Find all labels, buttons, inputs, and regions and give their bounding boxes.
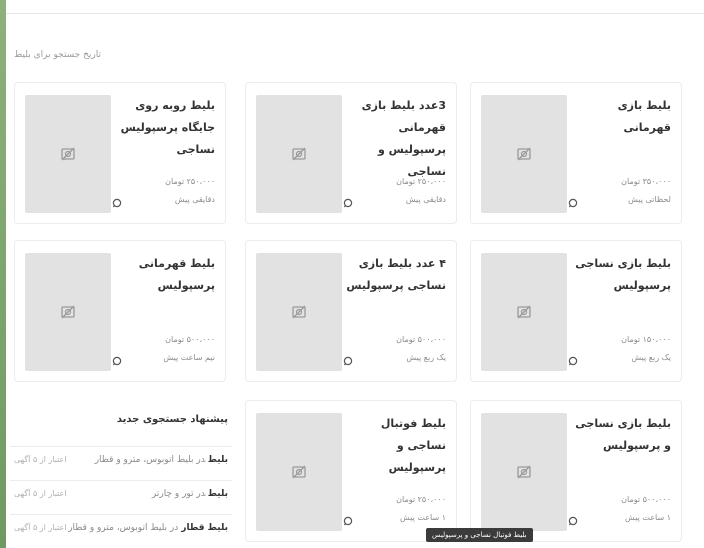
image-placeholder: [25, 253, 111, 371]
ad-title: بلیط بازی نساجی و پرسپولیس: [575, 417, 671, 452]
chat-icon[interactable]: [112, 356, 122, 366]
suggestion-item[interactable]: بلیط قطاردر بلیط اتوبوس، مترو و قطار اعت…: [10, 514, 232, 540]
top-bar: [6, 0, 704, 14]
ad-card[interactable]: 3عدد بلیط بازی قهرمانی پرسپولیس و نساجی …: [245, 82, 457, 224]
suggestion-item[interactable]: بلیطدر بلیط اتوبوس، مترو و قطار اعتبار ا…: [10, 446, 232, 472]
ad-title: ۴ عدد بلیط بازی نساجی پرسپولیس: [346, 257, 446, 292]
ad-title: 3عدد بلیط بازی قهرمانی پرسپولیس و نساجی: [361, 99, 446, 178]
image-placeholder: [481, 253, 567, 371]
suggestion-text: بلیطدر تور و چارتر: [152, 489, 228, 499]
left-accent-strip: [0, 0, 6, 548]
ad-price: ۵۰۰،۰۰۰ تومان: [621, 495, 671, 504]
ad-card[interactable]: بلیط بازی نساجی و پرسپولیس ۵۰۰،۰۰۰ تومان…: [470, 400, 682, 542]
no-image-icon: [61, 305, 75, 319]
chat-icon[interactable]: [568, 356, 578, 366]
ad-price: ۵۰۰،۰۰۰ تومان: [165, 335, 215, 344]
ad-time: نیم ساعت پیش: [163, 353, 215, 362]
no-image-icon: [517, 147, 531, 161]
chat-icon[interactable]: [568, 198, 578, 208]
suggestion-item[interactable]: بلیطدر تور و چارتر اعتبار از ۵ آگهی: [10, 480, 232, 506]
image-placeholder: [481, 413, 567, 531]
tooltip: بلیط فوتبال نساجی و پرسپولیس: [426, 528, 533, 542]
ad-card[interactable]: بلیط روبه روی جایگاه پرسپولیس نساجی ۲۵۰،…: [14, 82, 226, 224]
suggestion-category: در تور و چارتر: [151, 489, 206, 499]
suggestion-term: بلیط: [208, 455, 229, 465]
suggestion-term: بلیط: [208, 489, 229, 499]
ad-price: ۱۵۰،۰۰۰ تومان: [621, 335, 671, 344]
ad-time: دقایقی پیش: [405, 195, 446, 204]
ad-title: بلیط روبه روی جایگاه پرسپولیس نساجی: [120, 99, 215, 156]
suggestion-note: اعتبار از ۵ آگهی: [14, 489, 67, 498]
ad-price: ۲۵۰،۰۰۰ تومان: [165, 177, 215, 186]
ad-card[interactable]: بلیط بازی نساجی پرسپولیس ۱۵۰،۰۰۰ تومان ی…: [470, 240, 682, 382]
chat-icon[interactable]: [112, 198, 122, 208]
suggestions-title: پیشنهاد جستجوی جدید: [116, 414, 228, 425]
ad-price: ۲۵۰،۰۰۰ تومان: [396, 495, 446, 504]
image-placeholder: [256, 95, 342, 213]
no-image-icon: [61, 147, 75, 161]
ad-title: بلیط قهرمانی پرسپولیس: [138, 257, 215, 292]
ad-time: دقایقی پیش: [174, 195, 215, 204]
suggestion-term: بلیط قطار: [181, 523, 228, 533]
history-title: تاریخ جستجو برای بلیط: [14, 50, 102, 60]
suggestion-note: اعتبار از ۵ آگهی: [14, 523, 67, 532]
suggestion-text: بلیطدر بلیط اتوبوس، مترو و قطار: [95, 455, 228, 465]
ad-title: بلیط بازی قهرمانی: [617, 99, 671, 134]
suggestion-text: بلیط قطاردر بلیط اتوبوس، مترو و قطار: [68, 523, 228, 533]
suggestion-category: در بلیط اتوبوس، مترو و قطار: [68, 523, 179, 533]
search-suggestions-panel: پیشنهاد جستجوی جدید بلیطدر بلیط اتوبوس، …: [10, 400, 232, 542]
ad-time: ۱ ساعت پیش: [625, 513, 671, 522]
ad-title: بلیط فوتبال نساجی و پرسپولیس: [380, 417, 446, 474]
ad-card[interactable]: بلیط بازی قهرمانی ۳۵۰،۰۰۰ تومان لحظاتی پ…: [470, 82, 682, 224]
image-placeholder: [481, 95, 567, 213]
chat-icon[interactable]: [343, 356, 353, 366]
image-placeholder: [256, 253, 342, 371]
no-image-icon: [517, 305, 531, 319]
ad-card[interactable]: بلیط قهرمانی پرسپولیس ۵۰۰،۰۰۰ تومان نیم …: [14, 240, 226, 382]
ad-time: یک ربع پیش: [406, 353, 446, 362]
ad-time: یک ربع پیش: [631, 353, 671, 362]
ad-price: ۳۵۰،۰۰۰ تومان: [621, 177, 671, 186]
image-placeholder: [25, 95, 111, 213]
ad-time: لحظاتی پیش: [628, 195, 671, 204]
suggestion-category: در بلیط اتوبوس، مترو و قطار: [94, 455, 206, 465]
ad-card[interactable]: بلیط فوتبال نساجی و پرسپولیس ۲۵۰،۰۰۰ توم…: [245, 400, 457, 542]
ad-title: بلیط بازی نساجی پرسپولیس: [575, 257, 671, 292]
chat-icon[interactable]: [568, 516, 578, 526]
ad-card[interactable]: ۴ عدد بلیط بازی نساجی پرسپولیس ۵۰۰،۰۰۰ ت…: [245, 240, 457, 382]
no-image-icon: [292, 305, 306, 319]
no-image-icon: [292, 465, 306, 479]
suggestion-note: اعتبار از ۵ آگهی: [14, 455, 67, 464]
ad-price: ۵۰۰،۰۰۰ تومان: [396, 335, 446, 344]
image-placeholder: [256, 413, 342, 531]
ad-time: ۱ ساعت پیش: [400, 513, 446, 522]
no-image-icon: [292, 147, 306, 161]
no-image-icon: [517, 465, 531, 479]
chat-icon[interactable]: [343, 198, 353, 208]
ad-price: ۲۵۰،۰۰۰ تومان: [396, 177, 446, 186]
chat-icon[interactable]: [343, 516, 353, 526]
